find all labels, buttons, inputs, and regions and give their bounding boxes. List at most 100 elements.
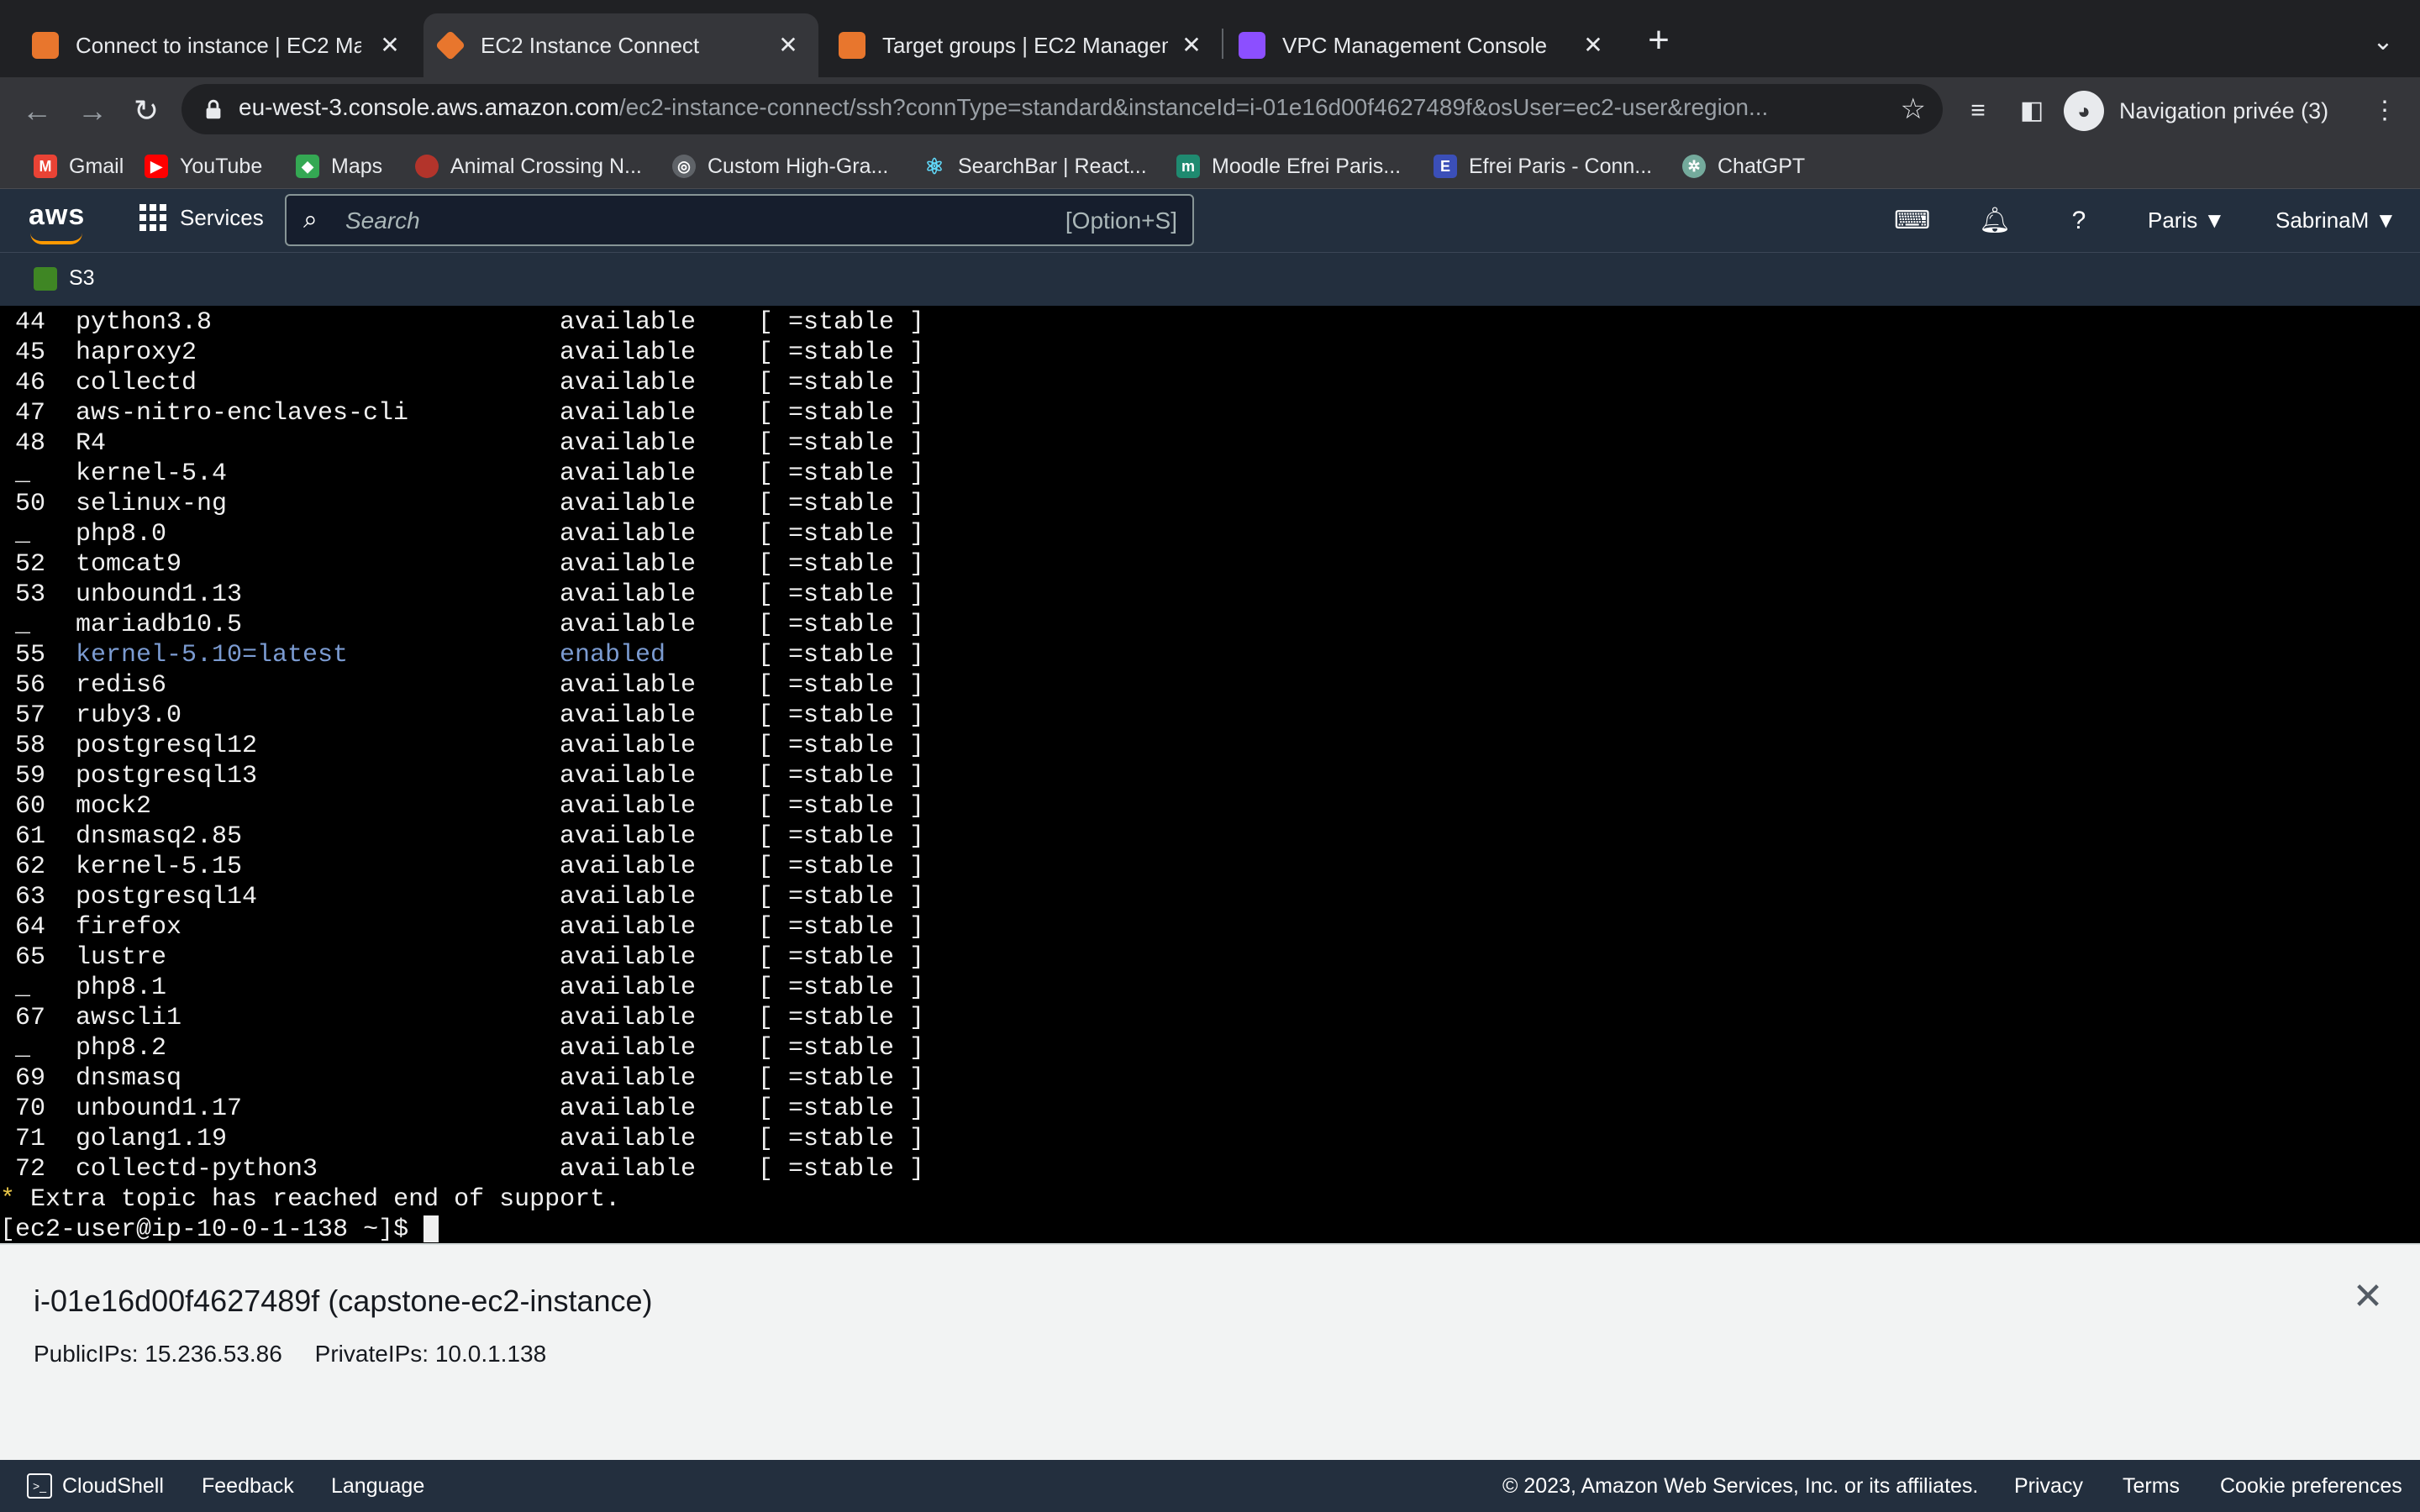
package-state: available: [560, 913, 697, 942]
cloudshell-link[interactable]: CloudShell: [62, 1474, 164, 1499]
package-channel: [ =stable ]: [758, 520, 925, 549]
help-icon[interactable]: ?: [2062, 204, 2096, 238]
chatgpt-icon: ✲: [1682, 155, 1706, 178]
terminal-row: _ php8.0 available [ =stable ]: [0, 519, 2420, 549]
bookmark-youtube[interactable]: ▶ YouTube: [145, 151, 262, 181]
bookmark-label: Custom High-Gra...: [708, 154, 889, 178]
terminal-row: 48 R4 available [ =stable ]: [0, 428, 2420, 459]
terminal-row: _ mariadb10.5 available [ =stable ]: [0, 610, 2420, 640]
terms-link[interactable]: Terms: [2123, 1474, 2180, 1499]
side-panel-icon[interactable]: ◧: [2015, 94, 2049, 128]
package-name: lustre: [76, 943, 167, 972]
terminal-prompt[interactable]: [ec2-user@ip-10-0-1-138 ~]$: [0, 1215, 2420, 1245]
aws-ec2-icon: [32, 32, 59, 59]
services-menu-button[interactable]: Services: [139, 204, 264, 231]
language-link[interactable]: Language: [331, 1474, 424, 1499]
moodle-icon: m: [1176, 155, 1200, 178]
notifications-bell-icon[interactable]: 🔔︎: [1978, 204, 2012, 238]
package-channel: [ =stable ]: [758, 1095, 925, 1123]
terminal-row: 50 selinux-ng available [ =stable ]: [0, 489, 2420, 519]
package-channel: [ =stable ]: [758, 1034, 925, 1063]
package-channel: [ =stable ]: [758, 611, 925, 639]
browser-menu-icon[interactable]: ⋮: [2368, 94, 2402, 128]
close-tab-icon[interactable]: ✕: [373, 29, 407, 62]
package-channel: [ =stable ]: [758, 792, 925, 821]
terminal-row: 47 aws-nitro-enclaves-cli available [ =stab…: [0, 398, 2420, 428]
bookmark-moodle-efrei[interactable]: m Moodle Efrei Paris...: [1176, 151, 1401, 181]
url-text: eu-west-3.console.aws.amazon.com/ec2-ins…: [239, 94, 1877, 121]
package-name: collectd: [76, 369, 197, 397]
row-number: 65: [15, 943, 46, 972]
package-name: awscli1: [76, 1004, 182, 1032]
package-state: enabled: [560, 641, 666, 669]
terminal-row: 65 lustre available [ =stable ]: [0, 942, 2420, 973]
aws-logo[interactable]: aws: [29, 199, 85, 232]
favorite-s3[interactable]: S3: [34, 266, 95, 291]
browser-toolbar: ← → ↻ eu-west-3.console.aws.amazon.com/e…: [0, 77, 2420, 144]
tab-target-groups[interactable]: Target groups | EC2 Manageme ✕: [822, 13, 1222, 77]
package-state: available: [560, 611, 697, 639]
feedback-link[interactable]: Feedback: [202, 1474, 294, 1499]
aws-search-input[interactable]: ⌕ Search [Option+S]: [285, 194, 1194, 246]
terminal-row: 44 python3.8 available [ =stable ]: [0, 307, 2420, 338]
tab-connect-to-instance[interactable]: Connect to instance | EC2 Man ✕: [0, 13, 420, 77]
bookmark-label: Animal Crossing N...: [450, 154, 642, 178]
incognito-indicator[interactable]: ◕ Navigation privée (3): [2064, 86, 2328, 136]
close-tab-icon[interactable]: ✕: [1175, 29, 1208, 62]
browser-tab-strip: Connect to instance | EC2 Man ✕ EC2 Inst…: [0, 0, 2420, 77]
package-channel: [ =stable ]: [758, 550, 925, 579]
close-tab-icon[interactable]: ✕: [771, 29, 805, 62]
package-name: kernel-5.10=latest: [76, 641, 349, 669]
bookmark-maps[interactable]: ◆ Maps: [296, 151, 382, 181]
reload-icon[interactable]: ↻: [124, 89, 168, 133]
bookmark-gmail[interactable]: M Gmail: [34, 151, 124, 181]
region-selector[interactable]: Paris ▼: [2148, 207, 2225, 234]
package-name: dnsmasq2.85: [76, 822, 243, 851]
react-icon: ⚛: [924, 153, 944, 179]
privacy-link[interactable]: Privacy: [2014, 1474, 2083, 1499]
aws-favorites-bar: S3: [0, 252, 2420, 307]
package-channel: [ =stable ]: [758, 1004, 925, 1032]
bookmark-searchbar-react[interactable]: ⚛ SearchBar | React...: [923, 151, 1146, 181]
terminal-row: 70 unbound1.17 available [ =stable ]: [0, 1094, 2420, 1124]
package-name: collectd-python3: [76, 1155, 318, 1184]
bookmark-chatgpt[interactable]: ✲ ChatGPT: [1682, 151, 1805, 181]
back-arrow-icon[interactable]: ←: [15, 89, 59, 133]
close-tab-icon[interactable]: ✕: [1576, 29, 1610, 62]
services-label: Services: [180, 204, 264, 230]
incognito-label: Navigation privée (3): [2119, 97, 2329, 123]
bookmark-custom-high-gra[interactable]: ◎ Custom High-Gra...: [672, 151, 888, 181]
package-state: available: [560, 490, 697, 518]
row-number: 44: [15, 308, 46, 337]
package-channel: [ =stable ]: [758, 1155, 925, 1184]
tab-title: VPC Management Console: [1282, 32, 1548, 58]
ssh-terminal[interactable]: 44 python3.8 available [ =stable ] 45 haproxy…: [0, 306, 2420, 1245]
user-label: SabrinaM: [2275, 207, 2370, 233]
account-menu[interactable]: SabrinaM ▼: [2275, 207, 2396, 234]
package-state: available: [560, 550, 697, 579]
cookie-preferences-link[interactable]: Cookie preferences: [2220, 1474, 2402, 1499]
cloudshell-icon[interactable]: >_: [27, 1473, 52, 1499]
tab-vpc-console[interactable]: VPC Management Console ✕: [1223, 13, 1623, 77]
copyright-text: © 2023, Amazon Web Services, Inc. or its…: [1502, 1474, 1979, 1498]
package-name: tomcat9: [76, 550, 182, 579]
reading-list-icon[interactable]: ≡: [1961, 94, 1995, 128]
new-tab-icon[interactable]: +: [1639, 22, 1679, 62]
package-state: available: [560, 339, 697, 367]
package-name: postgresql13: [76, 762, 258, 790]
cloudshell-icon[interactable]: ⌨: [1894, 204, 1930, 238]
tab-ec2-instance-connect[interactable]: EC2 Instance Connect ✕: [424, 13, 818, 77]
bookmark-star-icon[interactable]: ☆: [1901, 92, 1926, 126]
close-panel-icon[interactable]: ✕: [2349, 1278, 2386, 1315]
bookmark-efrei-connect[interactable]: E Efrei Paris - Conn...: [1434, 151, 1652, 181]
address-bar[interactable]: eu-west-3.console.aws.amazon.com/ec2-ins…: [182, 84, 1943, 134]
package-channel: [ =stable ]: [758, 580, 925, 609]
forward-arrow-icon[interactable]: →: [71, 89, 114, 133]
gmail-icon: M: [34, 155, 57, 178]
search-placeholder: Search: [345, 207, 420, 234]
tab-search-chevron-icon[interactable]: ⌄: [2363, 22, 2403, 62]
bookmark-animal-crossing[interactable]: Animal Crossing N...: [415, 151, 642, 181]
package-state: available: [560, 883, 697, 911]
tab-title: Target groups | EC2 Manageme: [882, 32, 1168, 58]
terminal-row: 60 mock2 available [ =stable ]: [0, 791, 2420, 822]
